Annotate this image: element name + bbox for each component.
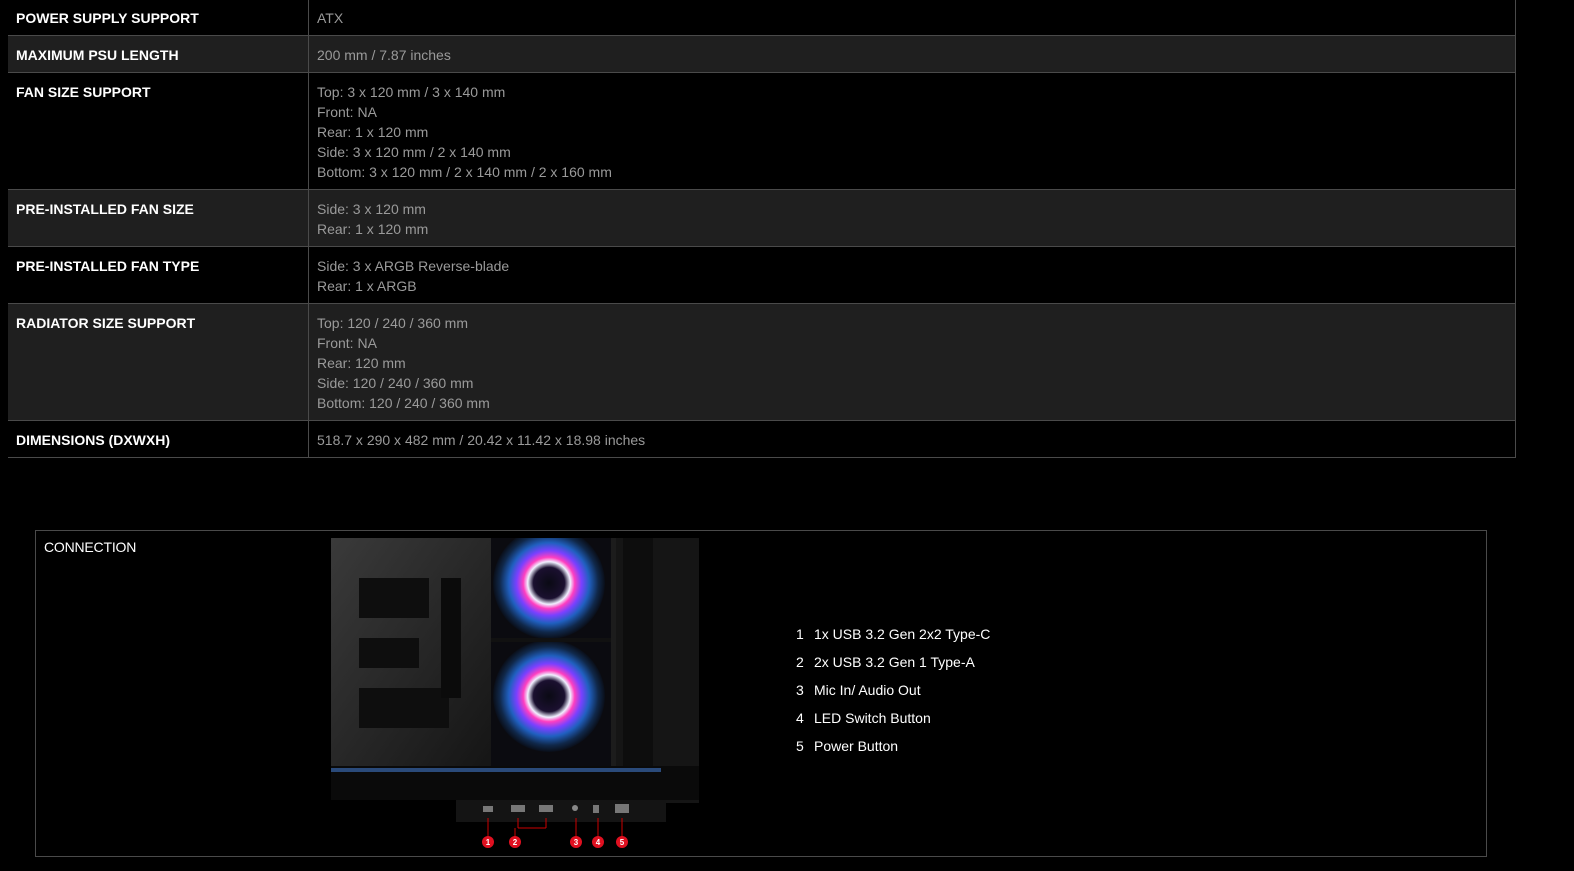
connection-item: 1 1x USB 3.2 Gen 2x2 Type-C xyxy=(796,624,990,652)
spec-value-line: Side: 3 x 120 mm / 2 x 140 mm xyxy=(317,144,511,160)
spec-label: RADIATOR SIZE SUPPORT xyxy=(8,303,309,421)
connection-list: 1 1x USB 3.2 Gen 2x2 Type-C 2 2x USB 3.2 Ge… xyxy=(796,624,990,764)
spec-value-line: Bottom: 120 / 240 / 360 mm xyxy=(317,395,490,411)
spec-row: RADIATOR SIZE SUPPORT Top: 120 / 240 / 36… xyxy=(8,303,1516,421)
spec-value-line: Top: 3 x 120 mm / 3 x 140 mm xyxy=(317,84,506,100)
image-marker-label: 3 xyxy=(574,838,579,847)
connection-item-number: 5 xyxy=(796,738,804,754)
connection-item-number: 4 xyxy=(796,710,804,726)
spec-value-line: Rear: 1 x 120 mm xyxy=(317,124,429,140)
spec-value-line: Rear: 1 x ARGB xyxy=(317,278,417,294)
connection-item-label: LED Switch Button xyxy=(814,710,931,726)
connection-item-label: Power Button xyxy=(814,738,899,754)
connection-item-number: 2 xyxy=(796,654,804,670)
spec-value: Side: 3 x ARGB Reverse-blade Rear: 1 x AR… xyxy=(308,246,1516,304)
image-marker-label: 4 xyxy=(596,838,601,847)
connection-item-label: 1x USB 3.2 Gen 2x2 Type-C xyxy=(814,626,991,642)
spec-value-line: Rear: 120 mm xyxy=(317,355,406,371)
case-front-io-image: 1 2 3 4 5 xyxy=(331,538,699,848)
spec-value-line: Side: 120 / 240 / 360 mm xyxy=(317,375,474,391)
spec-value-line: Side: 3 x 120 mm xyxy=(317,201,426,217)
image-marker-label: 1 xyxy=(486,838,491,847)
connection-item-number: 3 xyxy=(796,682,804,698)
connection-item: 4 LED Switch Button xyxy=(796,708,990,736)
connection-item: 2 2x USB 3.2 Gen 1 Type-A xyxy=(796,652,990,680)
spec-value-line: Side: 3 x ARGB Reverse-blade xyxy=(317,258,510,274)
spec-value-line: 518.7 x 290 x 482 mm / 20.42 x 11.42 x 1… xyxy=(317,432,646,448)
spec-label: POWER SUPPLY SUPPORT xyxy=(8,0,309,36)
connection-section: CONNECTION 1 2 3 4 5 1 1x USB 3.2 Gen 2x… xyxy=(35,530,1487,857)
spec-value: Side: 3 x 120 mm Rear: 1 x 120 mm xyxy=(308,189,1516,247)
specs-table: POWER SUPPLY SUPPORT ATX MAXIMUM PSU LENGT… xyxy=(8,0,1516,458)
image-marker-label: 5 xyxy=(620,838,625,847)
spec-row: DIMENSIONS (DXWXH) 518.7 x 290 x 482 mm /… xyxy=(8,420,1516,458)
spec-value-line: Top: 120 / 240 / 360 mm xyxy=(317,315,468,331)
spec-value: 200 mm / 7.87 inches xyxy=(308,35,1516,73)
spec-value: Top: 3 x 120 mm / 3 x 140 mm Front: NA Rea… xyxy=(308,72,1516,190)
spec-value-line: ATX xyxy=(317,10,344,26)
spec-value: Top: 120 / 240 / 360 mm Front: NA Rear: 12… xyxy=(308,303,1516,421)
connection-item-number: 1 xyxy=(796,626,804,642)
spec-value: ATX xyxy=(308,0,1516,36)
spec-value-line: Bottom: 3 x 120 mm / 2 x 140 mm / 2 x 16… xyxy=(317,164,612,180)
spec-row: FAN SIZE SUPPORT Top: 3 x 120 mm / 3 x 14… xyxy=(8,72,1516,190)
specs-table-body: POWER SUPPLY SUPPORT ATX MAXIMUM PSU LENGT… xyxy=(8,0,1516,458)
connection-title: CONNECTION xyxy=(44,539,137,555)
connection-item-label: 2x USB 3.2 Gen 1 Type-A xyxy=(814,654,975,670)
connection-item: 3 Mic In/ Audio Out xyxy=(796,680,990,708)
spec-row: POWER SUPPLY SUPPORT ATX xyxy=(8,0,1516,36)
spec-value-line: Rear: 1 x 120 mm xyxy=(317,221,429,237)
connection-item-label: Mic In/ Audio Out xyxy=(814,682,921,698)
spec-value-line: Front: NA xyxy=(317,335,377,351)
spec-label: PRE-INSTALLED FAN SIZE xyxy=(8,189,309,247)
spec-label: MAXIMUM PSU LENGTH xyxy=(8,35,309,73)
spec-value-line: Front: NA xyxy=(317,104,377,120)
spec-label: FAN SIZE SUPPORT xyxy=(8,72,309,190)
spec-label: PRE-INSTALLED FAN TYPE xyxy=(8,246,309,304)
connection-item: 5 Power Button xyxy=(796,736,990,764)
spec-row: PRE-INSTALLED FAN TYPE Side: 3 x ARGB Rev… xyxy=(8,246,1516,304)
spec-row: PRE-INSTALLED FAN SIZE Side: 3 x 120 mm Re… xyxy=(8,189,1516,247)
spec-label: DIMENSIONS (DXWXH) xyxy=(8,420,309,458)
spec-value-line: 200 mm / 7.87 inches xyxy=(317,47,451,63)
image-marker-label: 2 xyxy=(513,838,518,847)
spec-value: 518.7 x 290 x 482 mm / 20.42 x 11.42 x 1… xyxy=(308,420,1516,458)
spec-row: MAXIMUM PSU LENGTH 200 mm / 7.87 inches xyxy=(8,35,1516,73)
